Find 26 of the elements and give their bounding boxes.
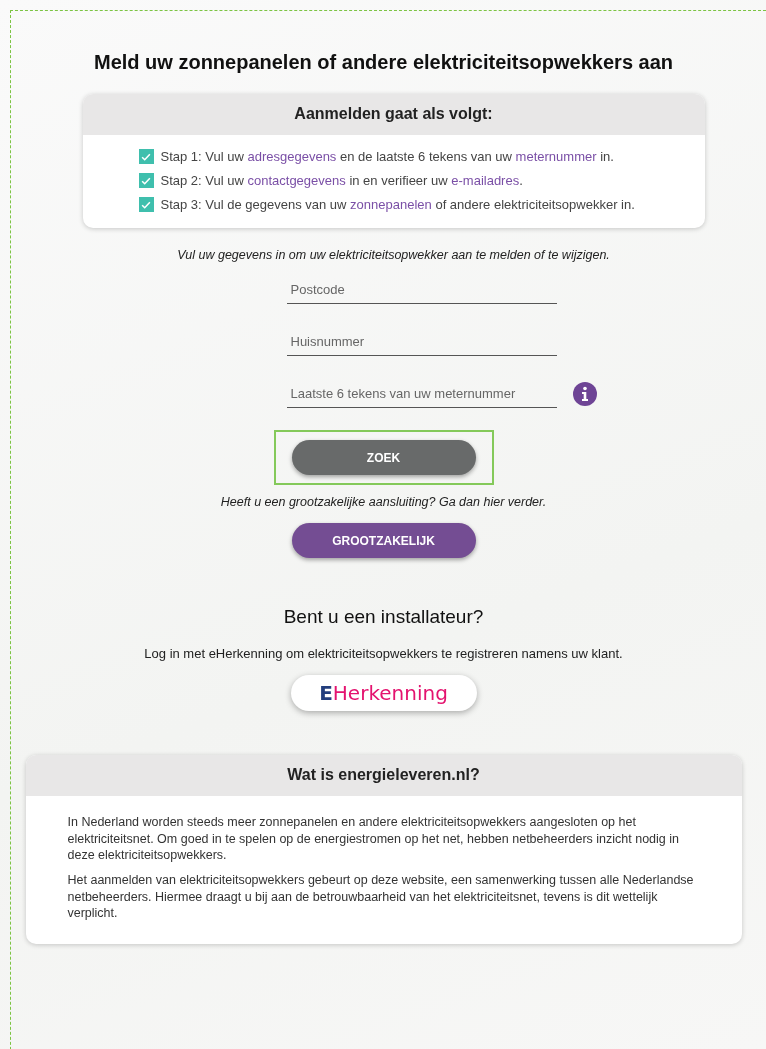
- card-heading: Aanmelden gaat als volgt:: [82, 94, 705, 135]
- input-field[interactable]: Huisnummer: [286, 328, 557, 356]
- step-text: Stap 1: Vul uw adresgegevens en de laatste 6 tekens van uw meternummer in.: [160, 149, 614, 164]
- business-text: Heeft u een grootzakelijke aansluiting? Ga dan hier verder.: [220, 495, 547, 509]
- intro-text: Vul uw gegevens in om uw elektriciteitsopwekker aan te melden of te wijzigen.: [177, 248, 610, 262]
- checkbox[interactable]: [138, 197, 154, 212]
- paragraph: In Nederland worden steeds meer zonnepanelen en andere elektriciteitsopwekkers aangesloten op het elektriciteitsnet. Om goed in te spelen op de energiestromen op het net, hebben netbeheerders inzicht nodig in deze elektriciteitsopwekkers.: [67, 814, 680, 864]
- input-field[interactable]: Laatste 6 tekens van uw meternummer: [286, 380, 557, 408]
- info-icon[interactable]: [572, 382, 597, 406]
- business-button[interactable]: GROOTZAKELIJK: [291, 523, 476, 558]
- checkbox[interactable]: [138, 149, 154, 164]
- card-heading: Wat is energieleveren.nl?: [25, 755, 742, 796]
- step-text: Stap 3: Vul de gegevens van uw zonnepanelen of andere elektriciteitsopwekker in.: [160, 197, 635, 212]
- installer-heading: Bent u een installateur?: [283, 606, 484, 628]
- link[interactable]: contactgegevens: [247, 173, 346, 188]
- link[interactable]: adresgegevens: [247, 149, 337, 164]
- search-button[interactable]: ZOEK: [291, 440, 476, 475]
- link[interactable]: meternummer: [515, 149, 597, 164]
- installer-text: Log in met eHerkenning om elektriciteitsopwekkers te registreren namens uw klant.: [144, 646, 623, 661]
- paragraph: Het aanmelden van elektriciteitsopwekkers gebeurt op deze website, een samenwerking tussen alle Nederlandse netbeheerders. Hiermee draagt u bij aan de betrouwbaarheid van het elektriciteitsnet, tevens is dit wettelijk verplicht.: [67, 871, 695, 922]
- eherkenning-button[interactable]: EHerkenning: [290, 675, 477, 711]
- input-field[interactable]: Postcode: [286, 276, 557, 304]
- page-title: Meld uw zonnepanelen of andere elektriciteitsopwekkers aan: [93, 51, 674, 74]
- checkbox[interactable]: [138, 173, 154, 188]
- link[interactable]: zonnepanelen: [350, 197, 432, 212]
- step-text: Stap 2: Vul uw contactgegevens in en verifieer uw e-mailadres.: [160, 173, 523, 188]
